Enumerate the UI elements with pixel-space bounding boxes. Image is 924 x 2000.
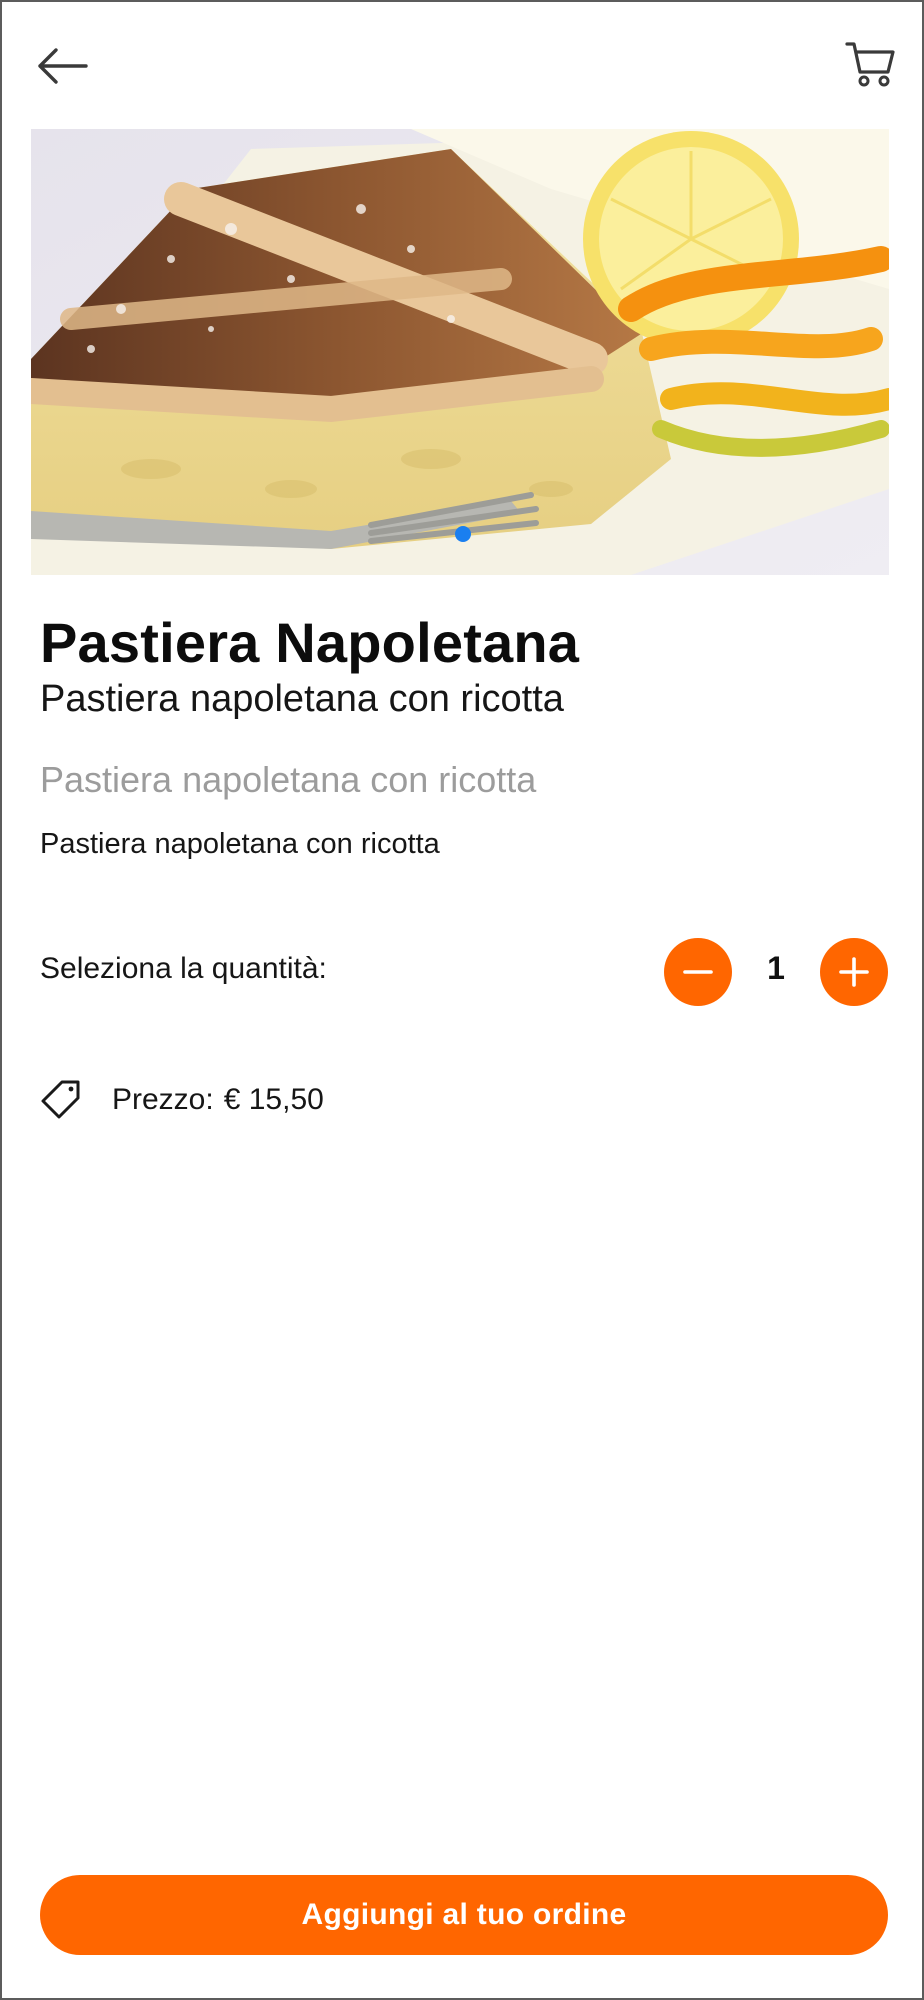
product-title: Pastiera Napoletana xyxy=(40,611,580,674)
product-detail-screen: Pastiera Napoletana Pastiera napoletana … xyxy=(0,0,924,2000)
cart-icon xyxy=(845,42,895,87)
price-label: Prezzo: xyxy=(112,1083,214,1116)
arrow-left-icon xyxy=(38,48,88,84)
product-description: Pastiera napoletana con ricotta xyxy=(40,828,440,860)
back-button[interactable] xyxy=(34,38,90,94)
add-to-order-button[interactable]: Aggiungi al tuo ordine xyxy=(40,1875,888,1955)
quantity-value: 1 xyxy=(767,950,785,986)
pastiera-photo xyxy=(31,129,889,575)
quantity-label: Seleziona la quantità: xyxy=(40,952,327,985)
increase-quantity-button[interactable] xyxy=(820,938,888,1006)
carousel-dot-active[interactable] xyxy=(455,526,471,542)
price-value: € 15,50 xyxy=(223,1083,324,1116)
decrease-quantity-button[interactable] xyxy=(664,938,732,1006)
minus-icon xyxy=(683,970,713,974)
cart-button[interactable] xyxy=(840,34,900,94)
plus-icon xyxy=(839,957,869,987)
top-bar xyxy=(2,2,922,124)
product-subtitle: Pastiera napoletana con ricotta xyxy=(40,678,564,720)
product-image[interactable] xyxy=(31,129,889,575)
price-tag-icon xyxy=(41,1080,80,1119)
product-description-muted: Pastiera napoletana con ricotta xyxy=(40,759,537,800)
price-row: Prezzo: € 15,50 xyxy=(40,1076,324,1124)
